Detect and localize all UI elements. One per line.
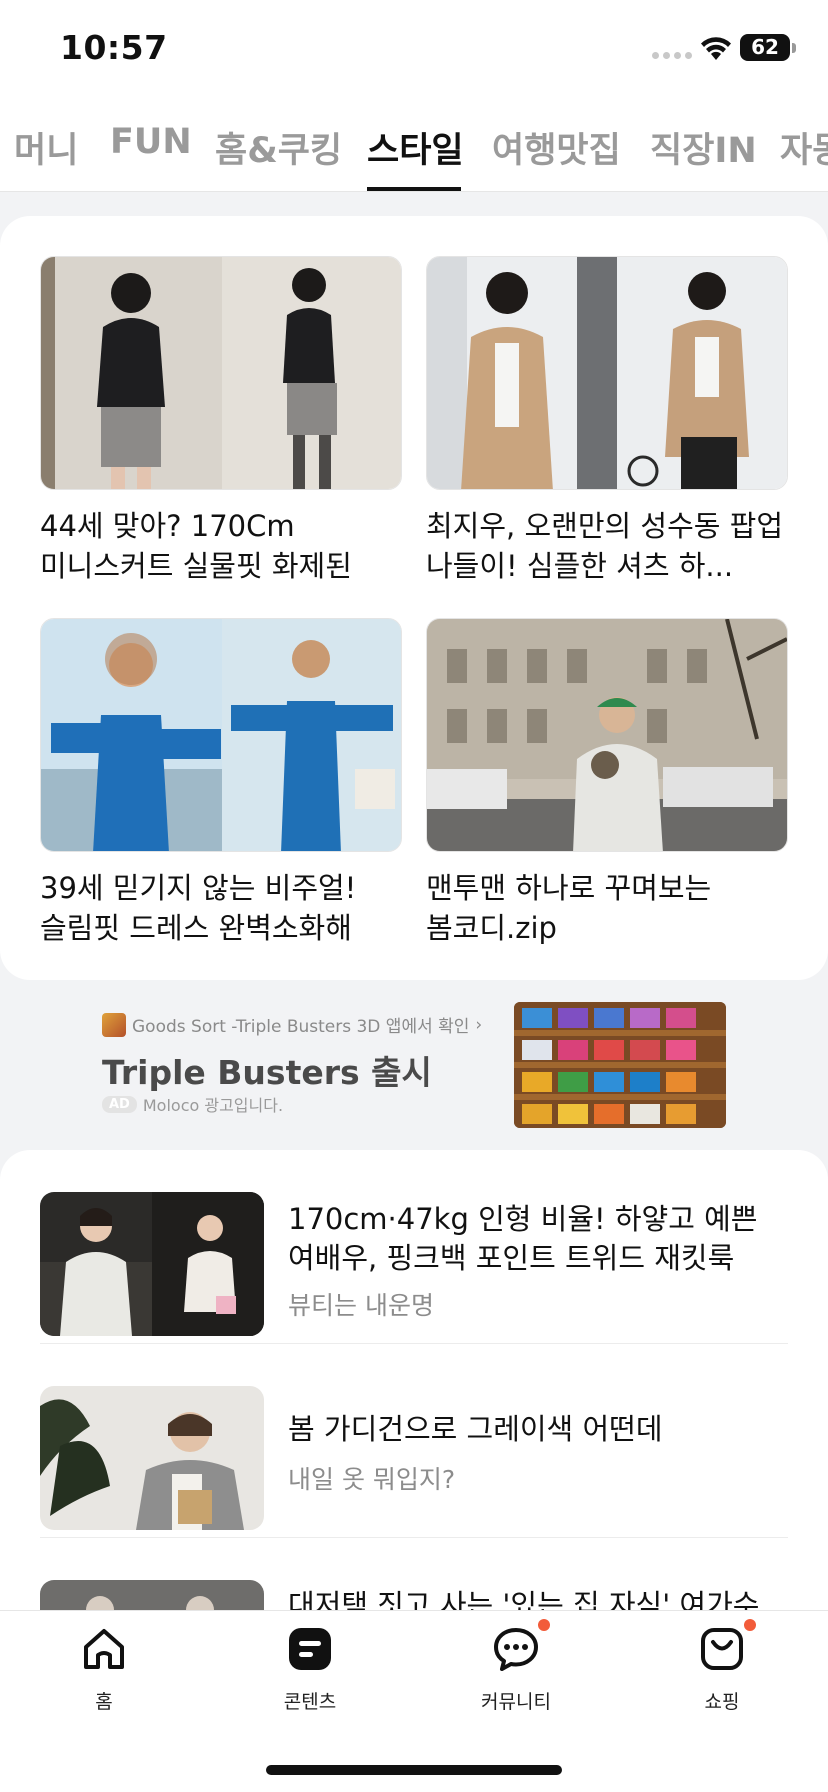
tab-work[interactable]: 직장IN: [650, 122, 757, 173]
grid-article[interactable]: 최지우, 오랜만의 성수동 팝업 나들이! 심플한 셔츠 하...: [426, 256, 788, 586]
nav-community[interactable]: 커뮤니티: [456, 1619, 576, 1714]
ad-source[interactable]: Goods Sort -Triple Busters 3D 앱에서 확인 ›: [102, 1012, 482, 1037]
notification-dot: [744, 1619, 756, 1631]
article-title: 봄 가디건으로 그레이색 어떤데: [288, 1412, 663, 1446]
tab-money[interactable]: 머니: [14, 122, 78, 173]
wifi-icon: [701, 37, 731, 60]
grid-article[interactable]: 44세 맞아? 170Cm 미니스커트 실물핏 화제된 여배우...: [40, 256, 402, 586]
notification-dot: [538, 1619, 550, 1631]
nav-shopping[interactable]: 쇼핑: [662, 1619, 782, 1714]
ad-image[interactable]: [514, 1002, 726, 1128]
tab-home-cooking[interactable]: 홈&쿠킹: [215, 122, 342, 173]
article-title: 맨투맨 하나로 꾸며보는 봄코디.zip: [426, 871, 712, 945]
tab-fun[interactable]: FUN: [110, 122, 192, 162]
article-title: 39세 믿기지 않는 비주얼!슬림핏 드레스 완벽소화해 놀...: [40, 871, 357, 945]
grid-article[interactable]: 맨투맨 하나로 꾸며보는 봄코디.zip: [426, 618, 788, 948]
article-thumbnail: [40, 1386, 264, 1530]
article-source: 내일 옷 뭐입지?: [288, 1465, 456, 1494]
shopping-icon: [701, 1628, 743, 1670]
ad-advertiser: Moloco 광고입니다.: [142, 1096, 284, 1115]
article-title: 170cm·47kg 인형 비율! 하얗고 예쁜 여배우, 핑크백 포인트 트위…: [288, 1202, 758, 1275]
status-bar: 10:57 62: [0, 0, 828, 100]
contents-icon: [289, 1628, 331, 1670]
home-icon: [84, 1629, 124, 1669]
article-thumbnail: [40, 1192, 264, 1336]
nav-home[interactable]: 홈: [44, 1625, 164, 1714]
cellular-signal-icon: [652, 52, 692, 59]
nav-label: 홈: [95, 1691, 113, 1713]
ad-source-text: Goods Sort -Triple Busters 3D 앱에서 확인: [132, 1017, 470, 1037]
list-item[interactable]: 170cm·47kg 인형 비율! 하얗고 예쁜 여배우, 핑크백 포인트 트위…: [40, 1150, 788, 1344]
nav-label: 쇼핑: [704, 1691, 740, 1713]
ad-app-icon: [102, 1012, 126, 1037]
category-tab-bar: 머니 FUN 홈&쿠킹 스타일 여행맛집 직장IN 자동차: [0, 100, 828, 192]
status-time: 10:57: [60, 28, 168, 67]
battery-indicator: 62: [740, 34, 790, 61]
tab-travel-food[interactable]: 여행맛집: [492, 122, 621, 173]
community-icon: [494, 1628, 538, 1671]
chevron-right-icon: ›: [475, 1014, 483, 1035]
ad-badge: AD: [102, 1095, 137, 1113]
list-item[interactable]: 봄 가디건으로 그레이색 어떤데 내일 옷 뭐입지?: [40, 1344, 788, 1538]
article-thumbnail: [426, 618, 788, 852]
nav-label: 커뮤니티: [481, 1691, 551, 1713]
article-source: 뷰티는 내운명: [288, 1291, 434, 1320]
article-thumbnail: [40, 618, 402, 852]
tab-car[interactable]: 자동차: [780, 122, 828, 173]
ad-title[interactable]: Triple Busters 출시: [102, 1046, 432, 1094]
style-grid-card: 44세 맞아? 170Cm 미니스커트 실물핏 화제된 여배우...: [0, 216, 828, 980]
nav-contents[interactable]: 콘텐츠: [250, 1625, 370, 1714]
nav-label: 콘텐츠: [283, 1691, 337, 1713]
article-title: 44세 맞아? 170Cm 미니스커트 실물핏 화제된 여배우...: [40, 509, 352, 583]
home-indicator: [266, 1765, 562, 1775]
active-tab-underline: [367, 187, 461, 191]
shopping-icon-wrap: [698, 1619, 756, 1673]
tab-style[interactable]: 스타일: [367, 122, 464, 173]
ad-meta: AD Moloco 광고입니다.: [102, 1092, 283, 1116]
grid-article[interactable]: 39세 믿기지 않는 비주얼!슬림핏 드레스 완벽소화해 놀...: [40, 618, 402, 948]
article-thumbnail: [40, 256, 402, 490]
article-thumbnail: [426, 256, 788, 490]
app-screen: 10:57 62 머니 FUN 홈&쿠킹 스타일 여행맛집 직장IN 자동차: [0, 0, 828, 1792]
community-icon-wrap: [492, 1619, 550, 1673]
article-title: 최지우, 오랜만의 성수동 팝업 나들이! 심플한 셔츠 하...: [426, 509, 784, 583]
battery-cap: [792, 43, 796, 53]
